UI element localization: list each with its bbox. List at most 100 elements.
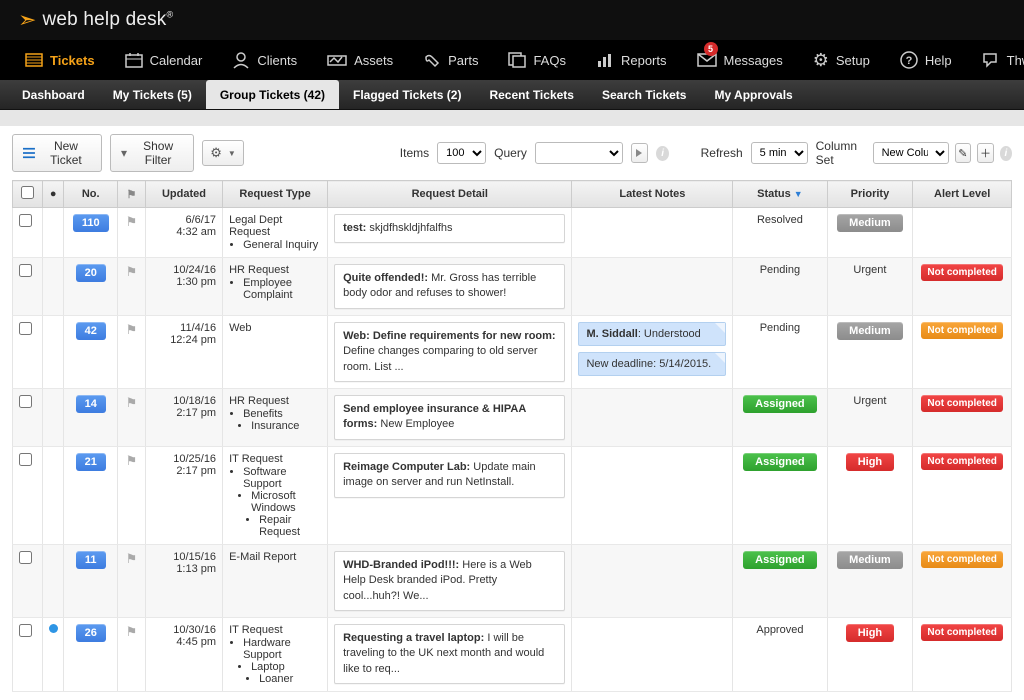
updated-date: 10/25/16 xyxy=(152,453,216,465)
col-header-no[interactable]: No. xyxy=(64,181,118,208)
row-checkbox[interactable] xyxy=(19,395,32,408)
flag-icon[interactable]: ⚑ xyxy=(126,214,138,229)
new-ticket-button[interactable]: New Ticket xyxy=(12,134,102,172)
nav-item-help[interactable]: ?Help xyxy=(887,40,965,80)
table-row[interactable]: 11⚑10/15/161:13 pmE-Mail ReportWHD-Brand… xyxy=(13,544,1012,617)
row-checkbox[interactable] xyxy=(19,264,32,277)
row-checkbox[interactable] xyxy=(19,453,32,466)
reqtype-head: IT Request xyxy=(229,624,283,636)
table-row[interactable]: 21⚑10/25/162:17 pmIT RequestSoftware Sup… xyxy=(13,446,1012,544)
plus-icon: ＋ xyxy=(980,145,991,161)
flag-icon[interactable]: ⚑ xyxy=(126,453,138,468)
nav-item-thwack[interactable]: Thwack xyxy=(969,40,1024,80)
subnav-my-approvals[interactable]: My Approvals xyxy=(700,80,806,109)
col-header-priority[interactable]: Priority xyxy=(827,181,913,208)
nav-item-tickets[interactable]: Tickets xyxy=(12,40,108,80)
col-header-reqtype[interactable]: Request Type xyxy=(223,181,328,208)
flag-icon[interactable]: ⚑ xyxy=(126,264,138,279)
detail-body: New Employee xyxy=(377,418,454,430)
detail-box[interactable]: test: skjdfhskldjhfalfhs xyxy=(334,214,565,243)
detail-box[interactable]: Quite offended!: Mr. Gross has terrible … xyxy=(334,264,565,309)
table-row[interactable]: 20⚑10/24/161:30 pmHR RequestEmployee Com… xyxy=(13,258,1012,316)
detail-box[interactable]: WHD-Branded iPod!!!: Here is a Web Help … xyxy=(334,551,565,611)
columnset-info-icon[interactable]: i xyxy=(1000,146,1012,161)
flag-icon[interactable]: ⚑ xyxy=(126,624,138,639)
select-all-checkbox[interactable] xyxy=(21,186,34,199)
subnav-flagged-tickets-2-[interactable]: Flagged Tickets (2) xyxy=(339,80,475,109)
show-filter-button[interactable]: ▾ Show Filter xyxy=(110,134,194,172)
reqtype-sub: Laptop xyxy=(251,661,321,673)
table-row[interactable]: 42⚑11/4/1612:24 pmWebWeb: Define require… xyxy=(13,315,1012,388)
nav-item-setup[interactable]: ⚙Setup xyxy=(800,40,883,80)
query-select[interactable] xyxy=(535,142,623,164)
note-box[interactable]: New deadline: 5/14/2015. xyxy=(578,352,726,376)
nav-item-reports[interactable]: Reports xyxy=(583,40,680,80)
table-row[interactable]: 110⚑6/6/174:32 amLegal Dept RequestGener… xyxy=(13,208,1012,258)
nav-item-faqs[interactable]: FAQs xyxy=(495,40,579,80)
nav-item-clients[interactable]: Clients xyxy=(219,40,310,80)
nav-item-assets[interactable]: Assets xyxy=(314,40,406,80)
subnav-my-tickets-5-[interactable]: My Tickets (5) xyxy=(99,80,206,109)
query-info-icon[interactable]: i xyxy=(656,146,669,161)
detail-box[interactable]: Web: Define requirements for new room: D… xyxy=(334,322,565,382)
note-text: New deadline: 5/14/2015. xyxy=(586,358,711,370)
col-header-alert[interactable]: Alert Level xyxy=(913,181,1012,208)
setup-icon: ⚙ xyxy=(813,50,829,71)
spacer-bar xyxy=(0,110,1024,126)
ticket-number[interactable]: 14 xyxy=(76,395,106,413)
detail-box[interactable]: Requesting a travel laptop: I will be tr… xyxy=(334,624,565,684)
columnset-edit-button[interactable]: ✎ xyxy=(955,143,972,163)
refresh-select[interactable]: 5 min xyxy=(751,142,808,164)
col-header-detail[interactable]: Request Detail xyxy=(328,181,572,208)
nav-label: Calendar xyxy=(150,53,203,68)
col-header-flag[interactable]: ⚑ xyxy=(118,181,146,208)
columnset-select[interactable]: New Colu xyxy=(873,142,949,164)
row-checkbox[interactable] xyxy=(19,551,32,564)
col-header-status[interactable]: Status▼ xyxy=(733,181,827,208)
nav-item-messages[interactable]: Messages5 xyxy=(684,40,796,80)
col-header-updated[interactable]: Updated xyxy=(145,181,222,208)
reqtype-sub: Hardware Support xyxy=(243,637,321,661)
detail-box[interactable]: Reimage Computer Lab: Update main image … xyxy=(334,453,565,498)
subnav-dashboard[interactable]: Dashboard xyxy=(8,80,99,109)
col-header-dot[interactable]: ● xyxy=(43,181,64,208)
nav-item-parts[interactable]: Parts xyxy=(410,40,491,80)
row-checkbox[interactable] xyxy=(19,322,32,335)
table-row[interactable]: 26⚑10/30/164:45 pmIT RequestHardware Sup… xyxy=(13,617,1012,691)
detail-title: Reimage Computer Lab: xyxy=(343,461,470,473)
col-header-checkbox[interactable] xyxy=(13,181,43,208)
parts-icon xyxy=(423,51,441,69)
subnav-group-tickets-42-[interactable]: Group Tickets (42) xyxy=(206,80,339,109)
priority-badge: High xyxy=(846,453,894,471)
alert-badge: Not completed xyxy=(921,264,1002,281)
gear-icon: ⚙ xyxy=(210,145,222,161)
nav-label: Parts xyxy=(448,53,478,68)
ticket-number[interactable]: 42 xyxy=(76,322,106,340)
items-select[interactable]: 100 xyxy=(437,142,486,164)
query-run-button[interactable] xyxy=(631,143,649,163)
nav-label: Help xyxy=(925,53,952,68)
subnav-recent-tickets[interactable]: Recent Tickets xyxy=(475,80,588,109)
alert-badge: Not completed xyxy=(921,624,1002,641)
note-author: M. Siddall xyxy=(586,328,637,340)
ticket-number[interactable]: 11 xyxy=(76,551,106,569)
ticket-number[interactable]: 26 xyxy=(76,624,106,642)
columnset-add-button[interactable]: ＋ xyxy=(977,143,994,163)
gear-menu-button[interactable]: ⚙ ▼ xyxy=(202,140,244,166)
col-header-notes[interactable]: Latest Notes xyxy=(572,181,733,208)
row-checkbox[interactable] xyxy=(19,214,32,227)
detail-box[interactable]: Send employee insurance & HIPAA forms: N… xyxy=(334,395,565,440)
ticket-number[interactable]: 21 xyxy=(76,453,106,471)
table-row[interactable]: 14⚑10/18/162:17 pmHR RequestBenefitsInsu… xyxy=(13,388,1012,446)
flag-header-icon: ⚑ xyxy=(127,189,137,201)
note-box[interactable]: M. Siddall: Understood xyxy=(578,322,726,346)
row-checkbox[interactable] xyxy=(19,624,32,637)
detail-body: Define changes comparing to old server r… xyxy=(343,345,537,372)
ticket-number[interactable]: 110 xyxy=(73,214,109,232)
flag-icon[interactable]: ⚑ xyxy=(126,395,138,410)
flag-icon[interactable]: ⚑ xyxy=(126,551,138,566)
nav-item-calendar[interactable]: Calendar xyxy=(112,40,216,80)
flag-icon[interactable]: ⚑ xyxy=(126,322,138,337)
subnav-search-tickets[interactable]: Search Tickets xyxy=(588,80,701,109)
ticket-number[interactable]: 20 xyxy=(76,264,106,282)
